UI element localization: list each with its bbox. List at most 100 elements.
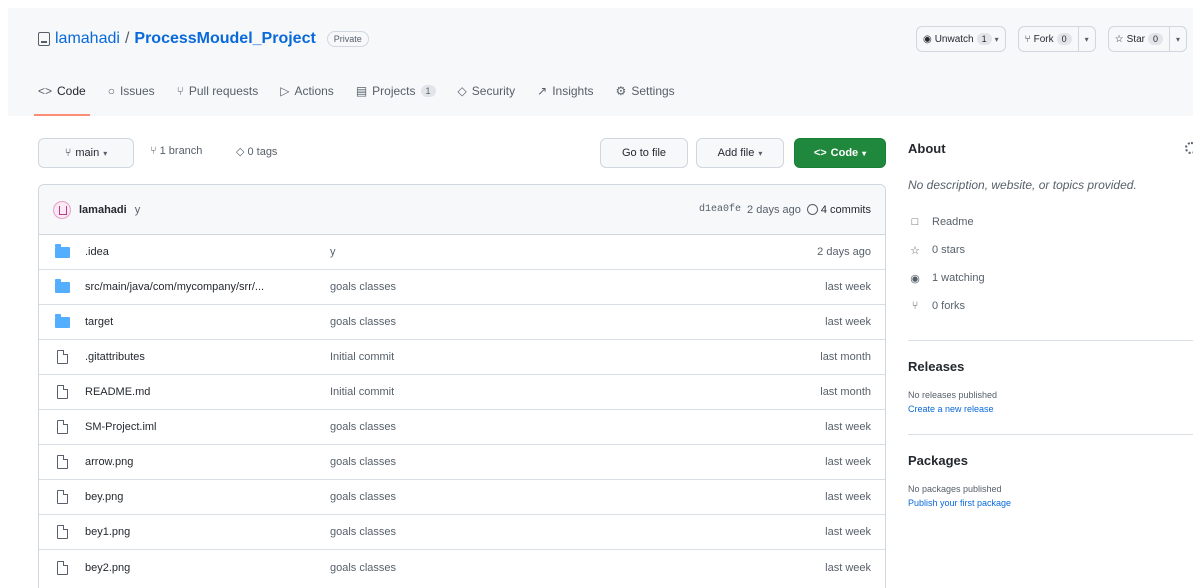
file-row[interactable]: .idea y 2 days ago (39, 235, 885, 270)
go-to-file-button[interactable]: Go to file (600, 138, 688, 168)
pull-request-icon: ⑂ (176, 84, 184, 98)
tags-link[interactable]: ◇ 0 tags (236, 145, 278, 159)
repo-header: lamahadi / ProcessMoudel_Project Private… (8, 8, 1193, 116)
fork-icon: ⑂ (1024, 33, 1031, 45)
file-row[interactable]: target goals classes last week (39, 305, 885, 340)
file-commit-date: last week (825, 421, 871, 433)
file-commit-message-link[interactable]: y (330, 246, 745, 258)
fork-icon: ⑂ (911, 300, 919, 312)
watchers-link[interactable]: ◉ 1 watching (908, 264, 1193, 292)
code-button[interactable]: <> Code ▾ (794, 138, 886, 168)
chevron-down-icon[interactable]: ▾ (1176, 35, 1180, 44)
tab-insights[interactable]: ↗ Insights (537, 80, 593, 102)
file-name-link[interactable]: .idea (85, 246, 330, 258)
watch-button[interactable]: ◉ Unwatch 1 ▾ (915, 26, 1006, 52)
commit-hash-link[interactable]: d1ea0fe (699, 204, 741, 215)
file-row[interactable]: .gitattributes Initial commit last month (39, 340, 885, 375)
file-row[interactable]: arrow.png goals classes last week (39, 445, 885, 480)
file-commit-message-link[interactable]: goals classes (330, 456, 745, 468)
divider (908, 434, 1193, 435)
code-icon: <> (38, 84, 53, 98)
file-icon (56, 420, 68, 434)
tab-settings[interactable]: ⚙ Settings (616, 80, 675, 102)
file-commit-message-link[interactable]: goals classes (330, 526, 745, 538)
branches-link[interactable]: ⑂ 1 branch (150, 145, 202, 157)
tags-count: 0 tags (247, 145, 278, 158)
publish-package-link[interactable]: Publish your first package (908, 498, 1193, 508)
tab-actions[interactable]: ▷ Actions (280, 80, 334, 102)
file-commit-message-link[interactable]: goals classes (330, 562, 745, 574)
watch-label: Unwatch (934, 33, 974, 45)
tab-label: Insights (552, 84, 594, 98)
file-icon (56, 560, 68, 575)
file-commit-message-link[interactable]: goals classes (330, 281, 745, 293)
star-icon: ☆ (910, 244, 920, 257)
star-button[interactable]: ☆ Star 0 ▾ (1107, 26, 1187, 52)
file-icon-cell (39, 525, 85, 539)
file-row[interactable]: README.md Initial commit last month (39, 375, 885, 410)
readme-link[interactable]: □ Readme (908, 208, 1193, 236)
commits-link[interactable]: 4 commits (806, 204, 871, 216)
branch-select-button[interactable]: ⑂ main ▾ (38, 138, 134, 168)
file-name-link[interactable]: .gitattributes (85, 351, 330, 363)
gear-icon[interactable] (1185, 142, 1193, 154)
tab-pull-requests[interactable]: ⑂ Pull requests (177, 80, 259, 102)
file-name-link[interactable]: arrow.png (85, 456, 330, 468)
add-file-button[interactable]: Add file ▾ (696, 138, 784, 168)
file-name-link[interactable]: src/main/java/com/mycompany/srr/... (85, 281, 330, 293)
file-row[interactable]: bey2.png goals classes last week (39, 550, 885, 585)
releases-title[interactable]: Releases (908, 359, 1193, 374)
create-release-link[interactable]: Create a new release (908, 404, 1193, 414)
chevron-down-icon: ▾ (103, 148, 108, 158)
eye-icon: ◉ (922, 33, 932, 45)
file-commit-message-link[interactable]: goals classes (330, 491, 745, 503)
file-icon-cell (39, 313, 85, 328)
tab-issues[interactable]: ○ Issues (108, 80, 155, 102)
avatar[interactable] (53, 200, 71, 219)
file-commit-date: last week (825, 281, 871, 293)
commit-author-link[interactable]: lamahadi (79, 204, 127, 216)
about-item-label: 0 forks (932, 300, 966, 312)
file-row[interactable]: SM-Project.iml goals classes last week (39, 410, 885, 445)
tab-projects[interactable]: ▤ Projects 1 (356, 80, 436, 102)
file-name-link[interactable]: target (85, 316, 330, 328)
file-row[interactable]: bey.png goals classes last week (39, 480, 885, 515)
code-label: Code (830, 147, 859, 159)
chevron-down-icon[interactable]: ▾ (1085, 35, 1089, 44)
forks-link[interactable]: ⑂ 0 forks (908, 292, 1193, 320)
file-commit-message-link[interactable]: Initial commit (330, 386, 745, 398)
branch-icon: ⑂ (150, 145, 157, 157)
repo-owner-link[interactable]: lamahadi (55, 30, 120, 48)
packages-title[interactable]: Packages (908, 453, 1193, 468)
star-label: Star (1126, 33, 1145, 45)
chevron-down-icon: ▾ (758, 148, 763, 158)
releases-note: No releases published (908, 390, 998, 400)
file-name-link[interactable]: bey.png (85, 491, 330, 503)
stars-link[interactable]: ☆ 0 stars (908, 236, 1193, 264)
file-name-link[interactable]: README.md (85, 386, 330, 398)
file-commit-date: last week (825, 526, 871, 538)
file-row[interactable]: src/main/java/com/mycompany/srr/... goals… (39, 270, 885, 305)
fork-button[interactable]: ⑂ Fork 0 ▾ (1017, 26, 1096, 52)
file-icon-cell (39, 278, 85, 293)
tag-icon: ◇ (236, 146, 245, 158)
packages-note: No packages published (908, 484, 1002, 494)
file-table: lamahadi y d1ea0fe 2 days ago 4 commits … (38, 184, 886, 588)
file-commit-message-link[interactable]: Initial commit (330, 351, 745, 363)
file-commit-date: last month (820, 386, 871, 398)
file-commit-message-link[interactable]: goals classes (330, 421, 745, 433)
tab-security[interactable]: ◇ Security (458, 80, 516, 102)
file-name-link[interactable]: SM-Project.iml (85, 421, 330, 433)
folder-icon (54, 243, 70, 258)
fork-count: 0 (1056, 33, 1072, 45)
tab-label: Security (471, 84, 516, 98)
commit-message-link[interactable]: y (135, 204, 141, 216)
tab-code[interactable]: <> Code (34, 80, 90, 116)
file-name-link[interactable]: bey1.png (85, 526, 330, 538)
file-name-link[interactable]: bey2.png (85, 562, 330, 574)
repo-name-link[interactable]: ProcessMoudel_Project (134, 30, 315, 48)
file-icon-cell (39, 350, 85, 364)
commit-time: 2 days ago (747, 203, 801, 216)
file-commit-message-link[interactable]: goals classes (330, 316, 745, 328)
file-row[interactable]: bey1.png goals classes last week (39, 515, 885, 550)
